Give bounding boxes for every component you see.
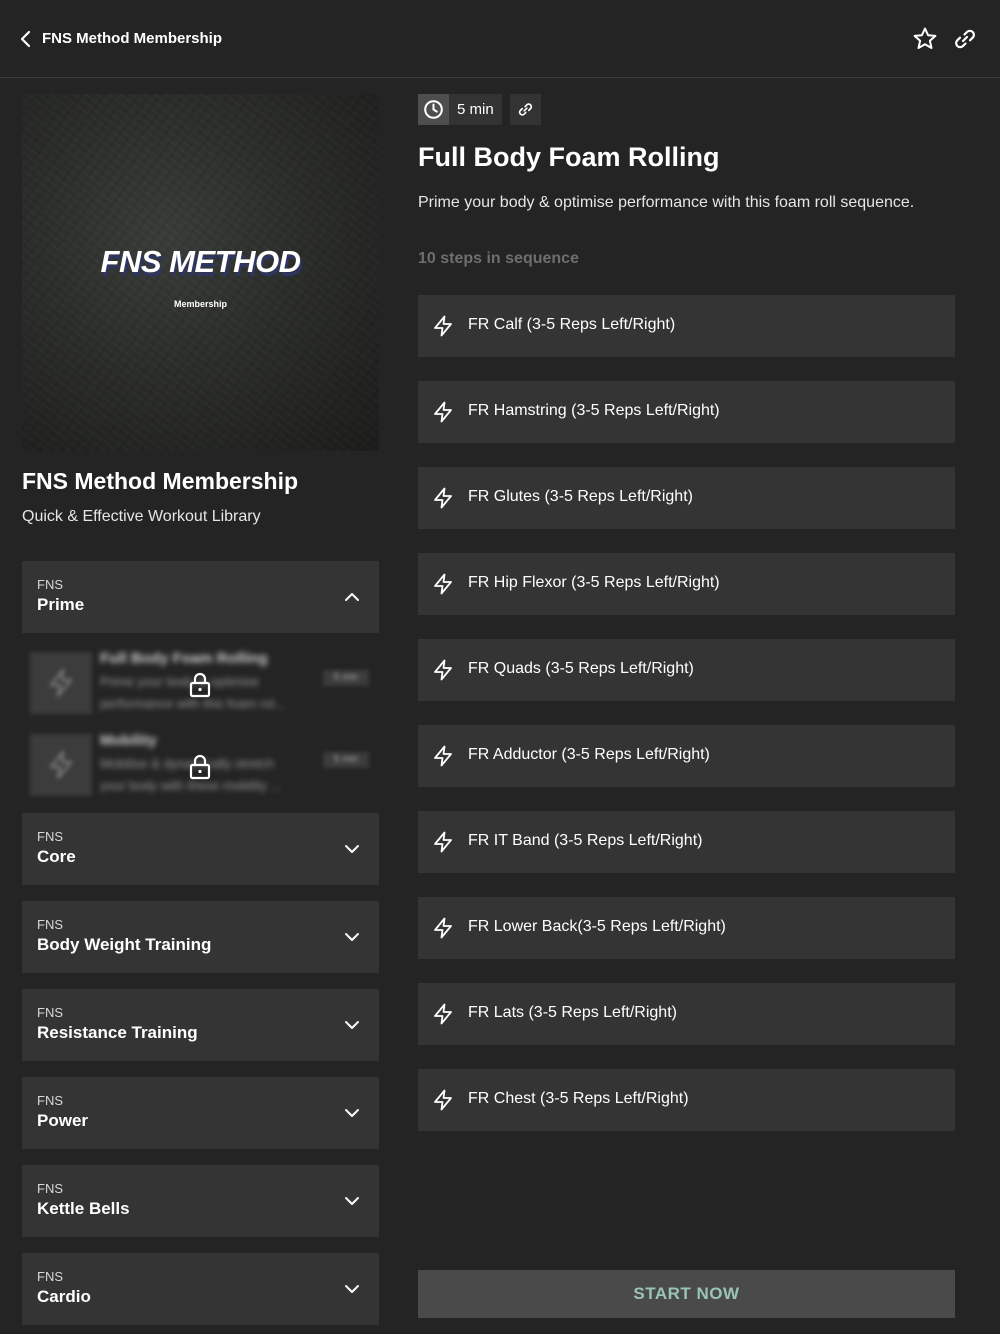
locked-item-desc: your body with these mobility ... — [100, 778, 282, 793]
lightning-icon — [434, 1089, 452, 1111]
step-item[interactable]: FR Hip Flexor (3-5 Reps Left/Right) — [418, 553, 955, 615]
clock-icon-box — [418, 94, 449, 125]
lightning-icon — [434, 573, 452, 595]
locked-workout-item[interactable]: Full Body Foam Rolling Prime your body &… — [22, 646, 379, 716]
lightning-icon — [49, 750, 73, 780]
category-kettle-bells[interactable]: FNS Kettle Bells — [22, 1165, 379, 1237]
locked-item-duration: 5 min — [323, 752, 369, 768]
step-item[interactable]: FR Adductor (3-5 Reps Left/Right) — [418, 725, 955, 787]
step-label: FR Lats (3-5 Reps Left/Right) — [468, 1004, 677, 1021]
step-item[interactable]: FR Hamstring (3-5 Reps Left/Right) — [418, 381, 955, 443]
star-icon[interactable] — [912, 26, 938, 52]
category-resistance-training[interactable]: FNS Resistance Training — [22, 989, 379, 1061]
locked-item-desc: performance with this foam rol... — [100, 696, 285, 711]
category-label: FNS — [37, 829, 63, 844]
locked-workout-item[interactable]: Mobility Mobilise & dynamically stretch … — [22, 728, 379, 798]
chevron-down-icon — [345, 1285, 359, 1293]
step-label: FR Hip Flexor (3-5 Reps Left/Right) — [468, 574, 720, 591]
step-item[interactable]: FR Quads (3-5 Reps Left/Right) — [418, 639, 955, 701]
chevron-down-icon — [345, 1021, 359, 1029]
locked-item-title: Mobility — [100, 732, 157, 749]
workout-description: Prime your body & optimise performance w… — [418, 194, 915, 211]
program-cover-image: FNS METHOD Membership — [22, 94, 379, 451]
lightning-icon — [434, 831, 452, 853]
lightning-icon — [434, 745, 452, 767]
category-label: FNS — [37, 917, 63, 932]
locked-item-desc: Mobilise & dynamically stretch — [100, 756, 275, 771]
locked-item-duration: 5 min — [323, 670, 369, 686]
step-item[interactable]: FR Glutes (3-5 Reps Left/Right) — [418, 467, 955, 529]
chevron-left-icon[interactable] — [16, 28, 36, 50]
program-subtitle: Quick & Effective Workout Library — [22, 508, 261, 525]
chevron-up-icon — [345, 593, 359, 601]
chevron-down-icon — [345, 845, 359, 853]
workout-title: Full Body Foam Rolling — [418, 142, 720, 172]
category-prime[interactable]: FNS Prime — [22, 561, 379, 633]
category-name: Body Weight Training — [37, 935, 212, 954]
start-now-button[interactable]: START NOW — [418, 1270, 955, 1318]
chevron-down-icon — [345, 1197, 359, 1205]
lightning-icon — [434, 917, 452, 939]
step-label: FR Lower Back(3-5 Reps Left/Right) — [468, 918, 726, 935]
step-item[interactable]: FR Lower Back(3-5 Reps Left/Right) — [418, 897, 955, 959]
clock-icon — [424, 100, 443, 119]
category-label: FNS — [37, 1181, 63, 1196]
duration-badge: 5 min — [418, 94, 502, 125]
steps-count: 10 steps in sequence — [418, 250, 579, 267]
step-label: FR Adductor (3-5 Reps Left/Right) — [468, 746, 710, 763]
category-cardio[interactable]: FNS Cardio — [22, 1253, 379, 1325]
locked-item-desc: Prime your body & optimise — [100, 674, 259, 689]
duration-text: 5 min — [457, 101, 494, 118]
category-core[interactable]: FNS Core — [22, 813, 379, 885]
chevron-down-icon — [345, 933, 359, 941]
category-name: Kettle Bells — [37, 1199, 130, 1218]
category-label: FNS — [37, 577, 63, 592]
lightning-icon — [434, 1003, 452, 1025]
step-label: FR IT Band (3-5 Reps Left/Right) — [468, 832, 703, 849]
category-power[interactable]: FNS Power — [22, 1077, 379, 1149]
step-item[interactable]: FR Chest (3-5 Reps Left/Right) — [418, 1069, 955, 1131]
locked-item-title: Full Body Foam Rolling — [100, 650, 268, 667]
category-body-weight-training[interactable]: FNS Body Weight Training — [22, 901, 379, 973]
category-name: Power — [37, 1111, 89, 1130]
step-label: FR Chest (3-5 Reps Left/Right) — [468, 1090, 689, 1107]
lightning-icon — [49, 668, 73, 698]
category-label: FNS — [37, 1093, 63, 1108]
top-bar: FNS Method Membership — [0, 0, 1000, 78]
category-label: FNS — [37, 1005, 63, 1020]
lock-icon — [189, 672, 211, 698]
category-name: Prime — [37, 595, 85, 614]
lightning-icon — [434, 315, 452, 337]
share-link-button[interactable] — [510, 94, 541, 125]
program-title: FNS Method Membership — [22, 468, 299, 494]
step-label: FR Quads (3-5 Reps Left/Right) — [468, 660, 694, 677]
step-item[interactable]: FR IT Band (3-5 Reps Left/Right) — [418, 811, 955, 873]
category-name: Cardio — [37, 1287, 91, 1306]
lightning-icon — [434, 659, 452, 681]
lightning-icon — [434, 401, 452, 423]
link-icon[interactable] — [952, 26, 978, 52]
link-icon — [518, 103, 533, 116]
workout-thumbnail — [30, 652, 92, 714]
category-name: Resistance Training — [37, 1023, 198, 1042]
lightning-icon — [434, 487, 452, 509]
step-item[interactable]: FR Calf (3-5 Reps Left/Right) — [418, 295, 955, 357]
step-item[interactable]: FR Lats (3-5 Reps Left/Right) — [418, 983, 955, 1045]
step-label: FR Hamstring (3-5 Reps Left/Right) — [468, 402, 720, 419]
step-label: FR Calf (3-5 Reps Left/Right) — [468, 316, 676, 333]
cover-logo: FNS METHOD — [100, 244, 301, 279]
step-label: FR Glutes (3-5 Reps Left/Right) — [468, 488, 693, 505]
category-name: Core — [37, 847, 76, 866]
header-title: FNS Method Membership — [42, 30, 223, 47]
workout-thumbnail — [30, 734, 92, 796]
chevron-down-icon — [345, 1109, 359, 1117]
lock-icon — [189, 754, 211, 780]
cover-subtitle: Membership — [173, 299, 227, 309]
category-label: FNS — [37, 1269, 63, 1284]
